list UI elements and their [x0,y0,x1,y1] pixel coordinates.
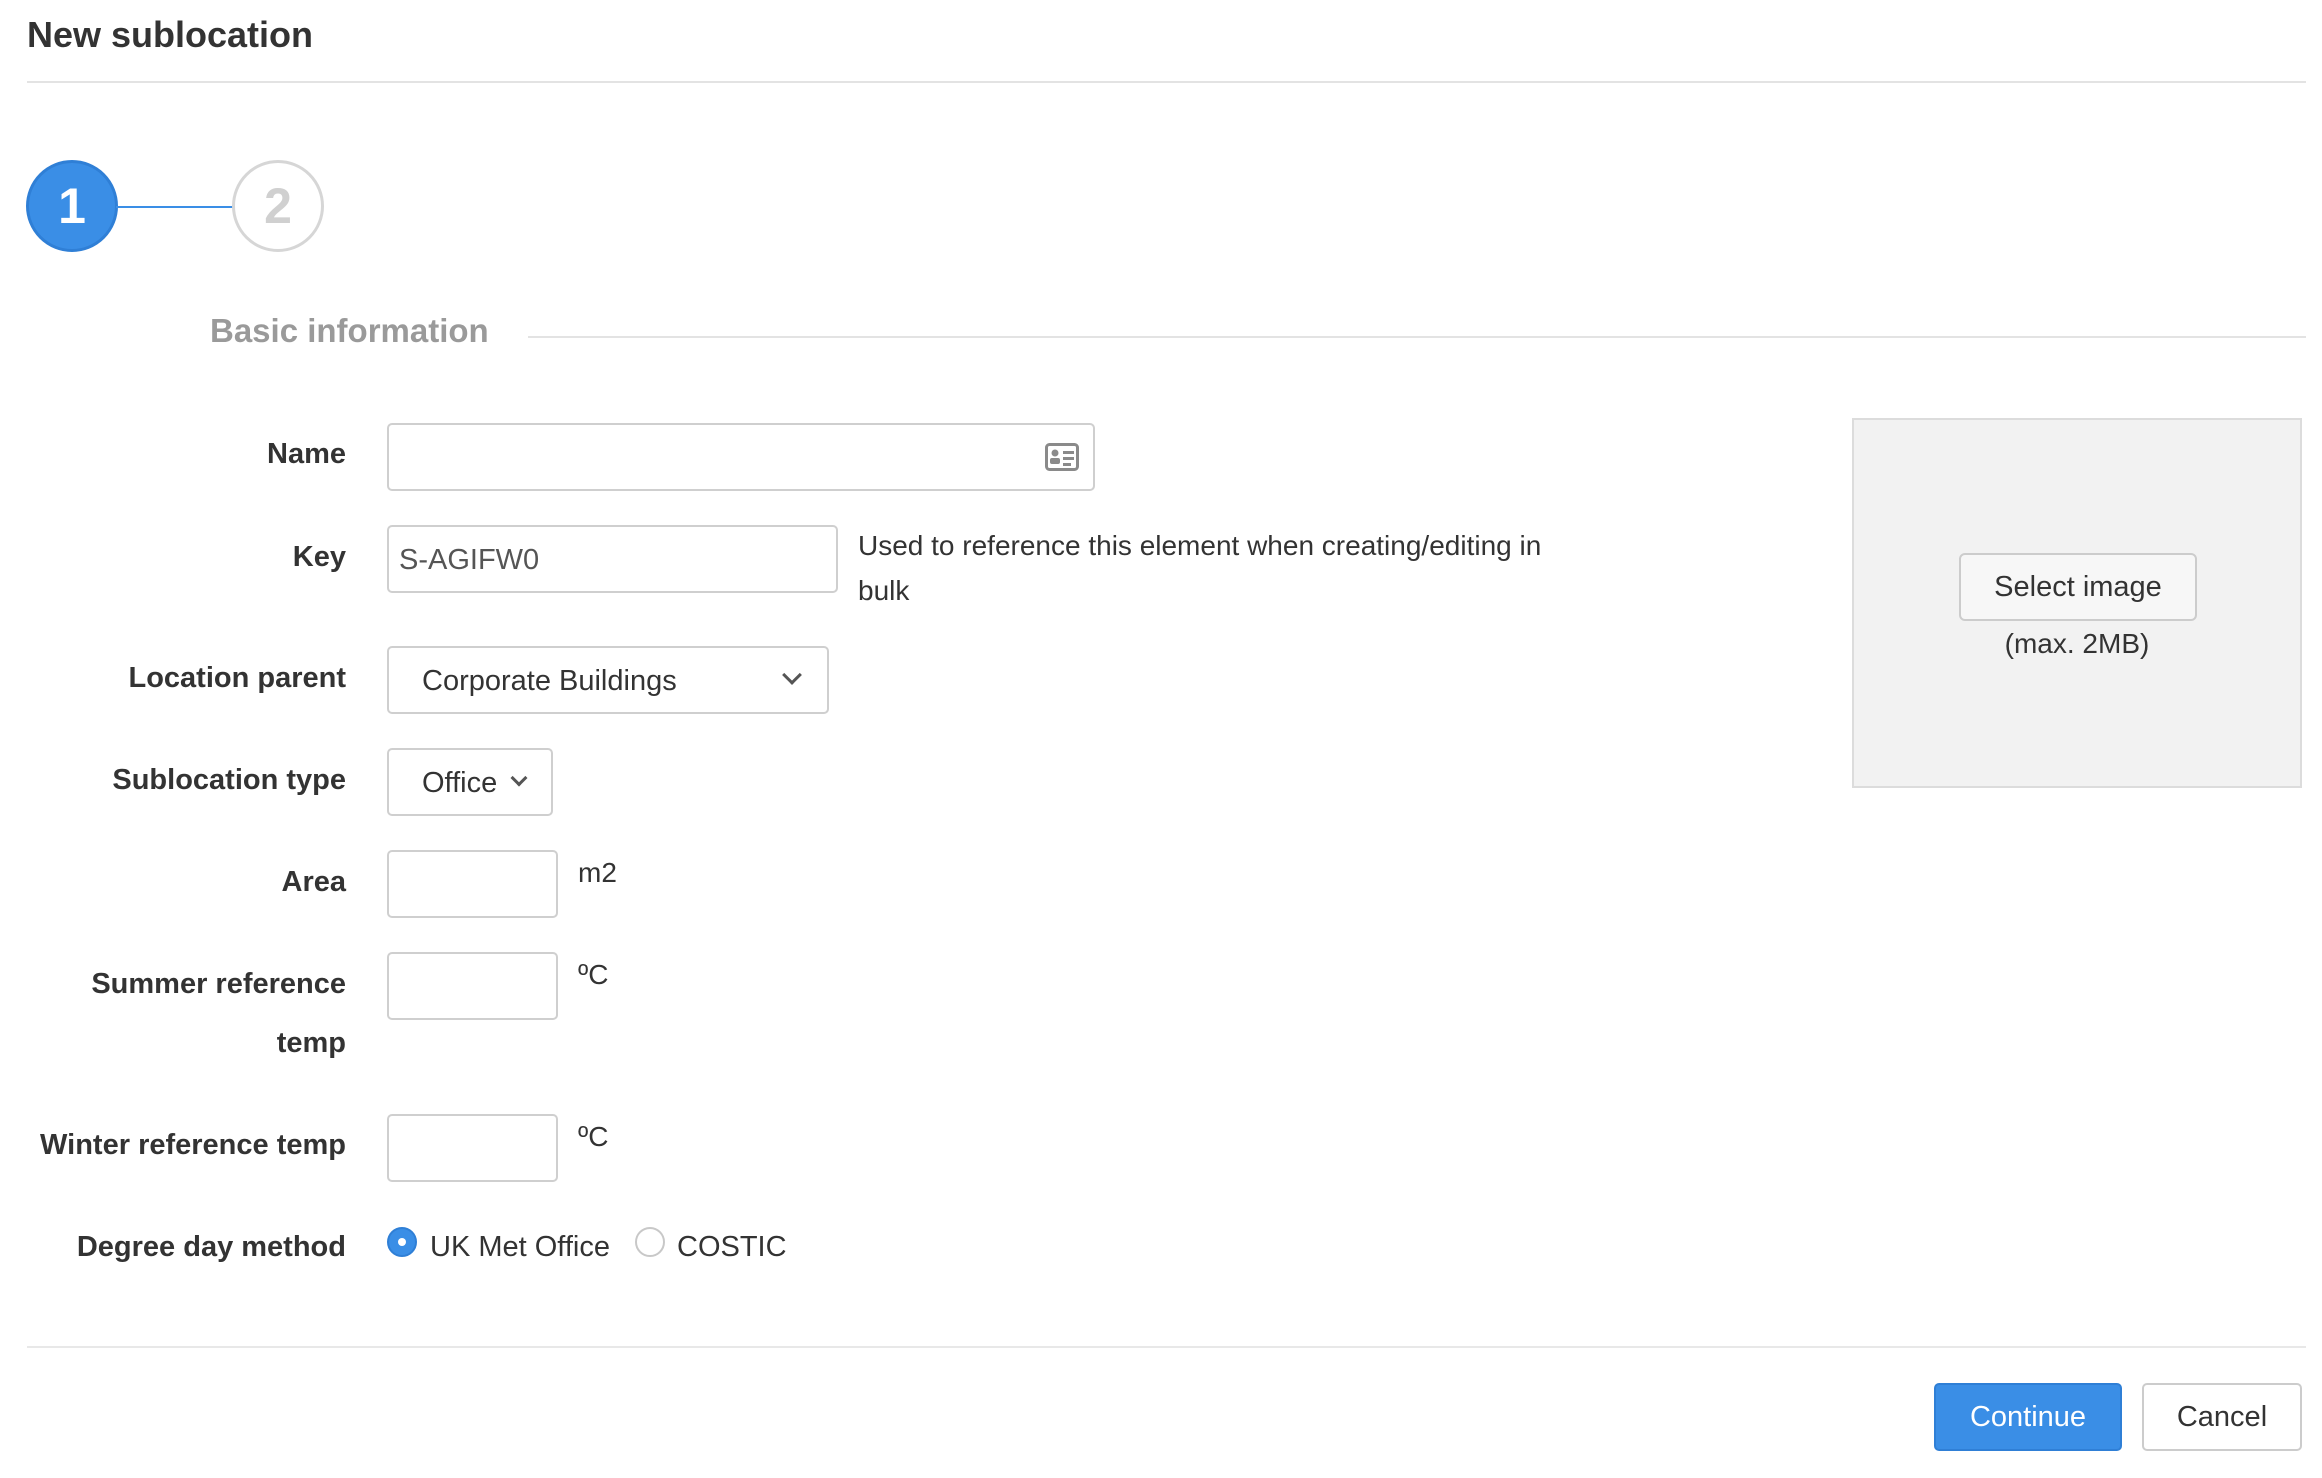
step-1-indicator[interactable]: 1 [26,160,118,252]
section-divider [528,336,2306,338]
sublocation-type-label: Sublocation type [112,764,346,796]
continue-button[interactable]: Continue [1934,1383,2122,1451]
step-2-indicator[interactable]: 2 [232,160,324,252]
radio-costic-label[interactable]: COSTIC [677,1231,787,1264]
radio-costic[interactable] [635,1227,665,1257]
summer-temp-label: Summer reference [91,968,346,1000]
cancel-button[interactable]: Cancel [2142,1383,2302,1451]
sublocation-type-select[interactable]: Office [387,748,553,816]
winter-temp-input[interactable] [387,1114,558,1182]
name-label: Name [267,438,346,470]
area-input[interactable] [387,850,558,918]
location-parent-label: Location parent [128,662,346,694]
contact-card-icon [1045,443,1079,476]
summer-temp-input[interactable] [387,952,558,1020]
name-input[interactable] [387,423,1095,491]
footer-divider [27,1346,2306,1348]
sublocation-type-value: Office [422,767,498,799]
winter-temp-label: Winter reference temp [40,1129,346,1161]
degree-day-label: Degree day method [76,1231,346,1263]
area-unit: m2 [578,857,617,888]
dialog-title: New sublocation [27,14,314,55]
area-label: Area [281,866,347,898]
location-parent-select[interactable]: Corporate Buildings [387,646,829,714]
chevron-down-icon [510,769,528,787]
stepper-connector [116,206,236,208]
winter-temp-unit: ºC [578,1121,609,1152]
section-title: Basic information [210,312,489,349]
summer-temp-label-cont: temp [276,1027,346,1059]
radio-uk-met-office-label[interactable]: UK Met Office [430,1231,610,1264]
radio-uk-met-office[interactable] [387,1227,417,1257]
key-value: S-AGIFW0 [399,544,540,576]
key-help-text-cont: bulk [858,575,910,606]
image-size-note: (max. 2MB) [2004,628,2150,659]
key-help-text: Used to reference this element when crea… [858,530,1542,561]
chevron-down-icon [782,665,802,685]
location-parent-value: Corporate Buildings [422,665,677,697]
key-label: Key [292,541,346,573]
title-divider [27,81,2306,83]
key-input[interactable]: S-AGIFW0 [387,525,838,593]
select-image-button[interactable]: Select image [1959,553,2197,621]
summer-temp-unit: ºC [578,959,609,990]
